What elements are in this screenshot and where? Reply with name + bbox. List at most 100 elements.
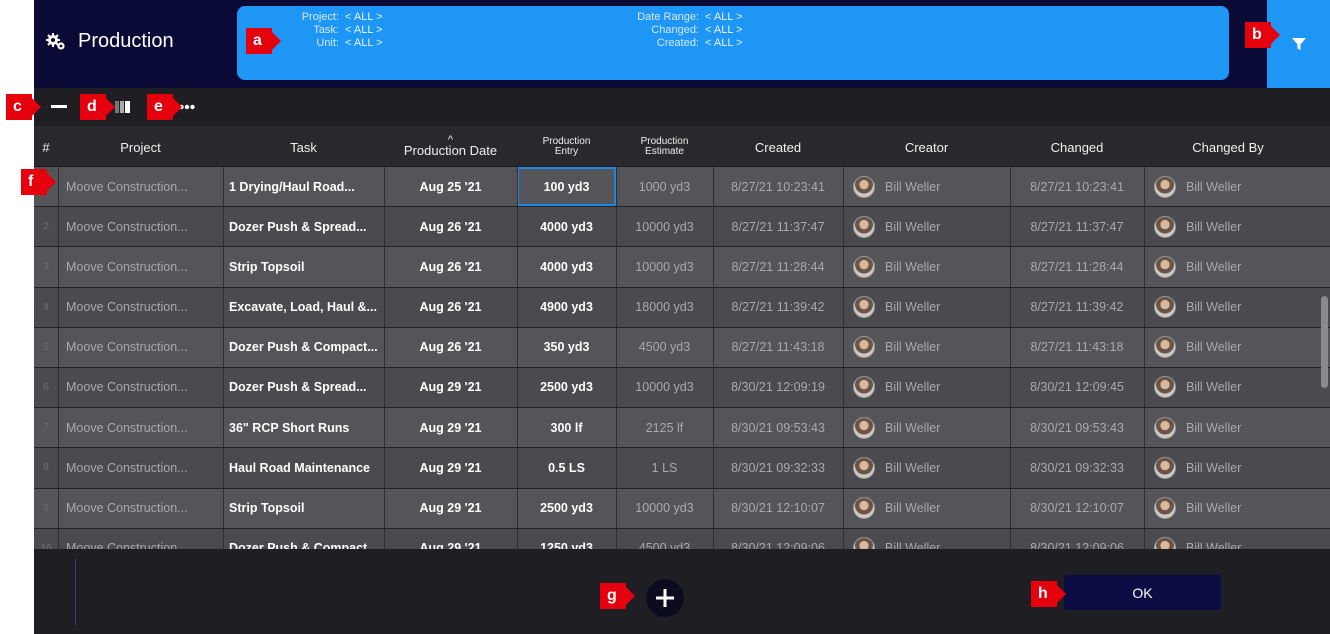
- cell-creator[interactable]: Bill Weller: [843, 408, 1010, 447]
- cell-entry[interactable]: 4000 yd3: [517, 207, 616, 246]
- cell-changed-by[interactable]: Bill Weller: [1144, 167, 1312, 206]
- gears-icon[interactable]: [46, 32, 66, 52]
- cell-date[interactable]: Aug 29 '21: [384, 368, 517, 407]
- cell-creator[interactable]: Bill Weller: [843, 368, 1010, 407]
- table-row[interactable]: 4 Moove Construction... Excavate, Load, Ha…: [34, 287, 1330, 328]
- cell-task[interactable]: 36" RCP Short Runs: [223, 408, 384, 447]
- cell-project[interactable]: Moove Construction...: [58, 328, 223, 367]
- columns-button[interactable]: [112, 97, 134, 117]
- cell-estimate[interactable]: 18000 yd3: [616, 288, 713, 327]
- cell-created[interactable]: 8/30/21 09:32:33: [713, 448, 843, 487]
- cell-estimate[interactable]: 10000 yd3: [616, 368, 713, 407]
- cell-estimate[interactable]: 2125 lf: [616, 408, 713, 447]
- cell-changed[interactable]: 8/30/21 09:53:43: [1010, 408, 1144, 447]
- cell-task[interactable]: Strip Topsoil: [223, 489, 384, 528]
- cell-project[interactable]: Moove Construction...: [58, 207, 223, 246]
- col-header-changed-by[interactable]: Changed By: [1144, 128, 1312, 166]
- table-row[interactable]: 2 Moove Construction... Dozer Push & Sprea…: [34, 207, 1330, 248]
- table-row[interactable]: 6 Moove Construction... Dozer Push & Sprea…: [34, 367, 1330, 409]
- cell-created[interactable]: 8/30/21 09:53:43: [713, 408, 843, 447]
- cell-task[interactable]: Haul Road Maintenance: [223, 448, 384, 487]
- vertical-scrollbar[interactable]: [1321, 296, 1328, 388]
- cell-date[interactable]: Aug 25 '21: [384, 167, 517, 206]
- cell-project[interactable]: Moove Construction...: [58, 448, 223, 487]
- cell-changed[interactable]: 8/30/21 12:10:07: [1010, 489, 1144, 528]
- cell-date[interactable]: Aug 29 '21: [384, 489, 517, 528]
- cell-created[interactable]: 8/27/21 11:37:47: [713, 207, 843, 246]
- cell-date[interactable]: Aug 26 '21: [384, 207, 517, 246]
- cell-creator[interactable]: Bill Weller: [843, 489, 1010, 528]
- cell-task[interactable]: Excavate, Load, Haul &...: [223, 288, 384, 327]
- cell-changed[interactable]: 8/27/21 11:39:42: [1010, 288, 1144, 327]
- cell-entry[interactable]: 350 yd3: [517, 328, 616, 367]
- cell-date[interactable]: Aug 29 '21: [384, 408, 517, 447]
- table-row[interactable]: 8 Moove Construction... Haul Road Maintena…: [34, 448, 1330, 489]
- cell-estimate[interactable]: 10000 yd3: [616, 247, 713, 286]
- cell-estimate[interactable]: 10000 yd3: [616, 207, 713, 246]
- cell-estimate[interactable]: 1000 yd3: [616, 167, 713, 206]
- col-header-production-estimate[interactable]: Production Estimate: [616, 128, 713, 166]
- cell-entry[interactable]: 4900 yd3: [517, 288, 616, 327]
- table-row[interactable]: 3 Moove Construction... Strip Topsoil Aug 2…: [34, 247, 1330, 288]
- cell-changed-by[interactable]: Bill Weller: [1144, 247, 1312, 286]
- cell-project[interactable]: Moove Construction...: [58, 288, 223, 327]
- cell-date[interactable]: Aug 26 '21: [384, 288, 517, 327]
- cell-entry[interactable]: 4000 yd3: [517, 247, 616, 286]
- cell-entry[interactable]: 100 yd3: [517, 167, 616, 206]
- add-entry-button[interactable]: [646, 579, 684, 617]
- cell-created[interactable]: 8/27/21 10:23:41: [713, 167, 843, 206]
- cell-entry[interactable]: 2500 yd3: [517, 489, 616, 528]
- cell-project[interactable]: Moove Construction...: [58, 368, 223, 407]
- cell-creator[interactable]: Bill Weller: [843, 288, 1010, 327]
- cell-changed-by[interactable]: Bill Weller: [1144, 448, 1312, 487]
- cell-creator[interactable]: Bill Weller: [843, 207, 1010, 246]
- cell-creator[interactable]: Bill Weller: [843, 448, 1010, 487]
- cell-changed-by[interactable]: Bill Weller: [1144, 288, 1312, 327]
- ok-button[interactable]: OK: [1064, 575, 1221, 610]
- cell-project[interactable]: Moove Construction...: [58, 167, 223, 206]
- collapse-button[interactable]: [48, 97, 70, 117]
- cell-estimate[interactable]: 4500 yd3: [616, 328, 713, 367]
- table-row[interactable]: 7 Moove Construction... 36" RCP Short Runs…: [34, 408, 1330, 449]
- cell-project[interactable]: Moove Construction...: [58, 408, 223, 447]
- cell-changed-by[interactable]: Bill Weller: [1144, 489, 1312, 528]
- table-row[interactable]: 9 Moove Construction... Strip Topsoil Aug 2…: [34, 488, 1330, 529]
- cell-entry[interactable]: 300 lf: [517, 408, 616, 447]
- cell-changed[interactable]: 8/30/21 12:09:45: [1010, 368, 1144, 407]
- cell-creator[interactable]: Bill Weller: [843, 247, 1010, 286]
- table-row[interactable]: 5 Moove Construction... Dozer Push & Compa…: [34, 327, 1330, 368]
- cell-project[interactable]: Moove Construction...: [58, 489, 223, 528]
- cell-changed-by[interactable]: Bill Weller: [1144, 408, 1312, 447]
- cell-task[interactable]: Strip Topsoil: [223, 247, 384, 286]
- cell-task[interactable]: 1 Drying/Haul Road...: [223, 167, 384, 206]
- col-header-production-entry[interactable]: Production Entry: [517, 128, 616, 166]
- cell-created[interactable]: 8/30/21 12:09:19: [713, 368, 843, 407]
- filter-button[interactable]: [1267, 0, 1330, 88]
- cell-changed[interactable]: 8/27/21 10:23:41: [1010, 167, 1144, 206]
- cell-changed-by[interactable]: Bill Weller: [1144, 368, 1312, 407]
- col-header-created[interactable]: Created: [713, 128, 843, 166]
- filter-summary[interactable]: Project: < ALL > Task: < ALL > Unit: < ALL …: [237, 6, 1229, 80]
- cell-changed[interactable]: 8/27/21 11:28:44: [1010, 247, 1144, 286]
- cell-created[interactable]: 8/27/21 11:39:42: [713, 288, 843, 327]
- cell-creator[interactable]: Bill Weller: [843, 167, 1010, 206]
- cell-created[interactable]: 8/27/21 11:43:18: [713, 328, 843, 367]
- cell-created[interactable]: 8/27/21 11:28:44: [713, 247, 843, 286]
- cell-task[interactable]: Dozer Push & Spread...: [223, 207, 384, 246]
- cell-estimate[interactable]: 10000 yd3: [616, 489, 713, 528]
- cell-changed[interactable]: 8/27/21 11:37:47: [1010, 207, 1144, 246]
- cell-project[interactable]: Moove Construction...: [58, 247, 223, 286]
- cell-changed[interactable]: 8/27/21 11:43:18: [1010, 328, 1144, 367]
- cell-changed[interactable]: 8/30/21 09:32:33: [1010, 448, 1144, 487]
- cell-task[interactable]: Dozer Push & Spread...: [223, 368, 384, 407]
- col-header-project[interactable]: Project: [58, 128, 223, 166]
- cell-changed-by[interactable]: Bill Weller: [1144, 328, 1312, 367]
- table-row[interactable]: Moove Construction... 1 Drying/Haul Road.…: [34, 167, 1330, 208]
- col-header-changed[interactable]: Changed: [1010, 128, 1144, 166]
- cell-entry[interactable]: 2500 yd3: [517, 368, 616, 407]
- cell-entry[interactable]: 0.5 LS: [517, 448, 616, 487]
- col-header-creator[interactable]: Creator: [843, 128, 1010, 166]
- cell-changed-by[interactable]: Bill Weller: [1144, 207, 1312, 246]
- col-header-task[interactable]: Task: [223, 128, 384, 166]
- cell-date[interactable]: Aug 26 '21: [384, 328, 517, 367]
